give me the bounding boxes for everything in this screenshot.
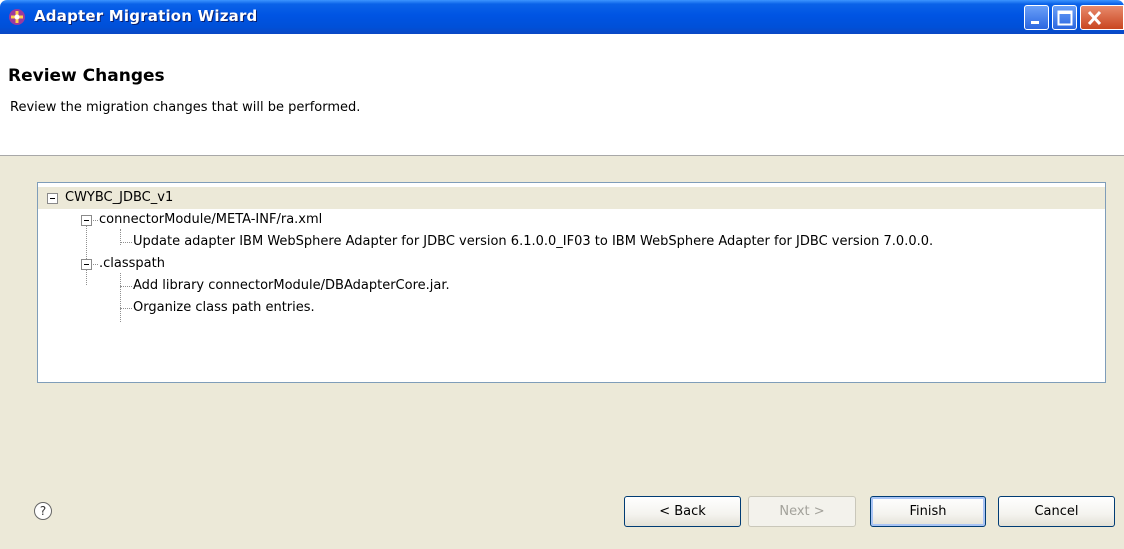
cancel-button[interactable]: Cancel xyxy=(998,496,1115,527)
tree-row-file[interactable]: .classpath xyxy=(38,253,1105,275)
tree-row-file[interactable]: connectorModule/META-INF/ra.xml xyxy=(38,209,1105,231)
tree-label: CWYBC_JDBC_v1 xyxy=(65,190,174,205)
tree-row-root[interactable]: CWYBC_JDBC_v1 xyxy=(38,187,1105,209)
tree-label: connectorModule/META-INF/ra.xml xyxy=(99,212,323,227)
tree-label: Organize class path entries. xyxy=(133,300,315,315)
close-button[interactable] xyxy=(1080,5,1124,30)
tree-label: Add library connectorModule/DBAdapterCor… xyxy=(133,278,450,293)
maximize-icon xyxy=(1057,10,1073,26)
title-bar: Adapter Migration Wizard xyxy=(0,0,1124,34)
finish-button[interactable]: Finish xyxy=(870,496,986,527)
tree-row-change[interactable]: Add library connectorModule/DBAdapterCor… xyxy=(38,275,1105,297)
tree-row-change[interactable]: Organize class path entries. xyxy=(38,297,1105,319)
tree-row-change[interactable]: Update adapter IBM WebSphere Adapter for… xyxy=(38,231,1105,253)
collapse-icon[interactable] xyxy=(47,193,58,204)
collapse-icon[interactable] xyxy=(81,259,92,270)
page-title: Review Changes xyxy=(8,66,165,86)
close-icon xyxy=(1087,10,1102,26)
maximize-button[interactable] xyxy=(1052,5,1077,30)
app-icon xyxy=(8,8,26,26)
next-button[interactable]: Next > xyxy=(748,496,856,527)
wizard-header: Review Changes Review the migration chan… xyxy=(0,34,1124,156)
minimize-icon xyxy=(1031,21,1039,24)
back-button[interactable]: < Back xyxy=(624,496,741,527)
wizard-content: CWYBC_JDBC_v1 connectorModule/META-INF/r… xyxy=(0,156,1124,472)
tree-label: Update adapter IBM WebSphere Adapter for… xyxy=(133,234,934,249)
page-description: Review the migration changes that will b… xyxy=(10,100,361,115)
help-icon[interactable]: ? xyxy=(34,502,52,520)
wizard-footer: ? < Back Next > Finish Cancel xyxy=(0,472,1124,549)
collapse-icon[interactable] xyxy=(81,215,92,226)
changes-tree[interactable]: CWYBC_JDBC_v1 connectorModule/META-INF/r… xyxy=(37,182,1106,383)
window-title: Adapter Migration Wizard xyxy=(34,7,258,25)
minimize-button[interactable] xyxy=(1024,5,1049,30)
tree-label: .classpath xyxy=(99,256,165,271)
